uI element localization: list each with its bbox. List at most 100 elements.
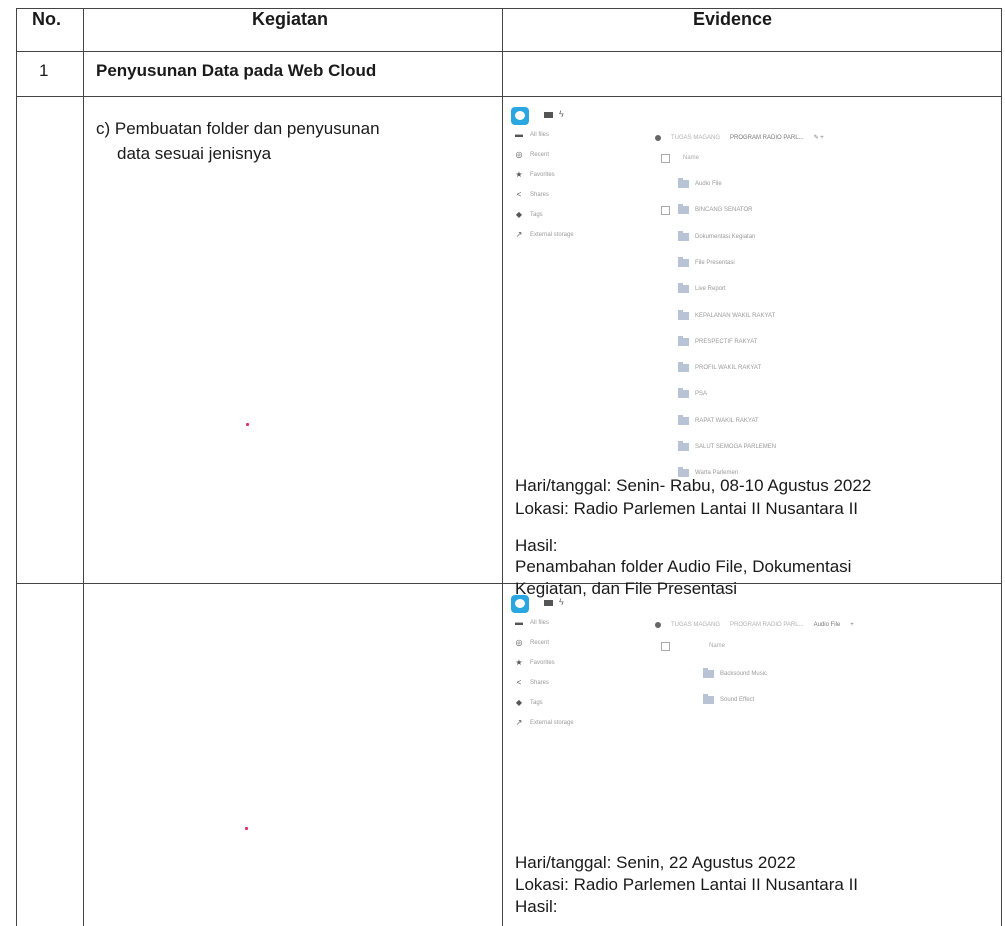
nav-item-star[interactable]: ★ Favorites [515,657,555,669]
nav-item-share[interactable]: < Shares [515,677,549,689]
nav-item-folder[interactable]: ▬ All files [515,617,549,629]
name-column-header[interactable]: Name [683,155,699,161]
clock-icon: ◎ [515,150,523,159]
row-checkbox[interactable] [661,206,670,216]
home-icon[interactable] [655,134,661,141]
table-border-left [16,8,17,926]
activity-text-line2: data sesuai jenisnya [117,144,272,163]
breadcrumb-item[interactable]: PROGRAM RADIO PARL... [730,622,804,628]
nav-item-tag[interactable]: ◆ Tags [515,209,543,221]
clock-icon: ◎ [515,638,523,647]
breadcrumb-item[interactable]: TUGAS MAGANG [671,622,720,628]
folder-name[interactable]: SALUT SEMOGA PARLEMEN [695,444,776,450]
nav-item-label: All files [530,620,550,626]
nav-item-star[interactable]: ★ Favorites [515,169,555,181]
folder-icon [678,178,689,188]
evidence-result-label: Hasil: [515,536,558,555]
folder-name[interactable]: BINCANG SENATOR [695,207,752,213]
share-icon: < [516,678,522,687]
edit-icon[interactable]: ✎ + [814,134,824,141]
folder-icon [678,283,689,294]
folder-icon [678,467,689,478]
table-header-divider [16,51,1002,52]
add-icon[interactable]: + [850,622,854,628]
folder-row[interactable]: Dokumentasi Kegiatan [678,230,755,244]
folder-name[interactable]: Backsound Music [720,671,767,677]
nav-item-tag[interactable]: ◆ Tags [515,697,543,709]
home-icon[interactable] [655,622,661,628]
folder-row[interactable]: SALUT SEMOGA PARLEMEN [678,440,776,454]
section-title: Penyusunan Data pada Web Cloud [96,61,377,80]
folder-icon [678,388,689,399]
folder-row[interactable]: Live Report [678,282,726,296]
folder-icon [678,414,689,425]
folder-icon [678,441,689,451]
table-border-top [16,8,1002,9]
folder-icon [703,694,714,704]
table-row-divider [16,583,1002,584]
folder-name[interactable]: File Presentasi [695,260,735,266]
folder-row[interactable]: PSA [678,387,707,401]
nav-item-label: External storage [530,720,574,726]
table-border-right [1001,8,1002,926]
external-storage-icon: ↗ [515,718,523,727]
folder-row[interactable]: Sound Effect [703,693,754,707]
breadcrumb[interactable]: TUGAS MAGANG PROGRAM RADIO PARL... Audio F… [655,622,854,628]
folder-icon: ▬ [515,130,523,139]
breadcrumb-item[interactable]: PROGRAM RADIO PARL... [730,135,804,141]
name-column-header[interactable]: Name [709,643,725,649]
breadcrumb[interactable]: TUGAS MAGANG PROGRAM RADIO PARL... ✎ + [655,134,824,141]
folder-name[interactable]: Live Report [695,286,726,292]
folder-name[interactable]: Dokumentasi Kegiatan [695,234,755,240]
folder-row[interactable]: PROFIL WAKIL RAKYAT [678,361,761,375]
folder-row[interactable]: Audio File [678,177,722,191]
nav-item-external-storage[interactable]: ↗ External storage [515,229,574,241]
nav-item-clock[interactable]: ◎ Recent [515,637,550,649]
file-manager-screenshot-2: ϟ ▬ All files ◎ Recent ★ Favorites < Shares ◆ Tag… [503,589,973,839]
breadcrumb-item[interactable]: Audio File [814,622,841,628]
activity-bolt-icon: ϟ [559,109,564,119]
folder-name[interactable]: Sound Effect [720,697,754,703]
folder-row[interactable]: RAPAT WAKIL RAKYAT [678,414,759,428]
star-icon: ★ [515,658,523,667]
folder-name[interactable]: RAPAT WAKIL RAKYAT [695,418,759,424]
folder-icon [678,309,689,320]
nav-item-label: Recent [530,152,550,158]
scan-mark [245,827,248,830]
header-kegiatan: Kegiatan [252,9,329,29]
folder-name[interactable]: PSA [695,391,707,397]
nav-item-share[interactable]: < Shares [515,189,549,201]
nav-item-folder[interactable]: ▬ All files [515,129,549,141]
folder-row[interactable]: KEPALANAN WAKIL RAKYAT [678,309,775,323]
folder-icon [678,230,689,241]
nav-item-label: Tags [530,212,543,218]
folder-name[interactable]: Audio File [695,181,722,187]
nav-item-clock[interactable]: ◎ Recent [515,149,550,161]
table-section-divider [16,96,1002,97]
folder-name[interactable]: PRESPECTIF RAKYAT [695,339,757,345]
folder-icon [678,256,689,267]
nav-item-label: Shares [530,680,550,686]
nav-item-label: All files [530,132,550,138]
folder-row[interactable]: BINCANG SENATOR [678,203,752,217]
folder-row[interactable]: PRESPECTIF RAKYAT [678,335,757,349]
folder-name[interactable]: Warta Parlemen [695,470,738,476]
cloud-logo-icon [511,107,529,125]
breadcrumb-item[interactable]: TUGAS MAGANG [671,135,720,141]
select-all-checkbox[interactable] [661,642,670,651]
nav-item-label: Recent [530,640,550,646]
select-all-checkbox[interactable] [661,154,670,163]
scan-mark [246,423,249,426]
nav-item-label: Favorites [530,172,555,178]
folder-name[interactable]: KEPALANAN WAKIL RAKYAT [695,313,775,319]
folder-icon [703,668,714,678]
cloud-logo-icon [511,595,529,613]
nav-item-label: Favorites [530,660,555,666]
folder-row[interactable]: File Presentasi [678,256,735,270]
tag-icon: ◆ [515,210,523,219]
folder-row[interactable]: Warta Parlemen [678,466,738,480]
folder-row[interactable]: Backsound Music [703,667,767,681]
nav-item-external-storage[interactable]: ↗ External storage [515,717,574,729]
evidence2-result-label: Hasil: [515,897,558,916]
folder-name[interactable]: PROFIL WAKIL RAKYAT [695,365,761,371]
